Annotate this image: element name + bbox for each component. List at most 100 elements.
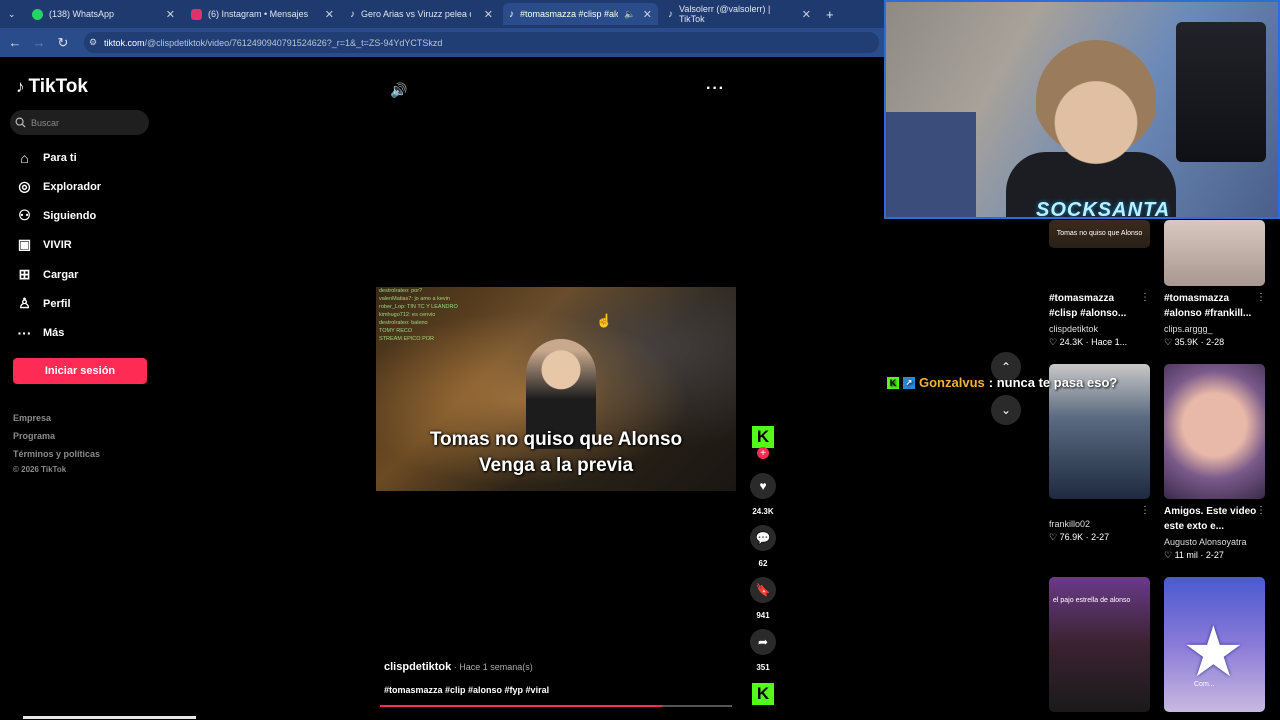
cursor-hand-icon: ☝ [596, 313, 613, 328]
sidebar-item-perfil[interactable]: ♙ Perfil [16, 295, 71, 312]
tab-list-button[interactable]: ⌄ [2, 3, 22, 25]
save-button[interactable]: 🔖 [750, 577, 776, 603]
close-icon[interactable]: ✕ [643, 8, 652, 21]
progress-fill [380, 705, 662, 707]
footer-link-terminos[interactable]: Términos y políticas [13, 449, 100, 459]
sidebar-item-siguiendo[interactable]: ⚇ Siguiendo [16, 207, 96, 224]
tiktok-icon: ♪ [668, 8, 673, 20]
star-logo-icon: ★ [1182, 613, 1245, 691]
kebab-menu-icon[interactable]: ⋮ [1256, 505, 1266, 516]
new-tab-button[interactable]: + [820, 3, 840, 25]
like-count: 24.3K [752, 507, 774, 516]
save-count: 941 [756, 611, 770, 620]
heart-outline-icon: ♡ [1049, 337, 1060, 347]
close-icon[interactable]: ✕ [484, 8, 493, 21]
webcam-overlay: SOCKSANTA [884, 0, 1280, 219]
post-time: · Hace 1 semana(s) [451, 662, 533, 672]
video-player[interactable]: destrolrateo: por? valenMatias7: jo amo … [376, 287, 736, 491]
streamer-face [1036, 40, 1156, 190]
comment-icon: 💬 [755, 531, 771, 545]
comment-button[interactable]: 💬 [750, 525, 776, 551]
back-arrow-icon[interactable]: ← [3, 35, 27, 50]
sidebar-item-para-ti[interactable]: ⌂ Para ti [16, 149, 77, 166]
kick-badge-icon: K [887, 376, 899, 389]
close-icon[interactable]: ✕ [166, 8, 175, 21]
chat-line: destrolrateo: por? [379, 288, 423, 294]
feed-thumbnail[interactable] [1164, 364, 1265, 499]
author-name[interactable]: clispdetiktok [384, 661, 451, 673]
feed-stats: ♡ 76.9K · 2-27 [1049, 532, 1109, 543]
more-options-icon[interactable]: ··· [706, 80, 725, 98]
feed-author[interactable]: Augusto Alonsoyatra [1164, 537, 1247, 547]
post-hashtags[interactable]: #tomasmazza #clip #alonso #fyp #viral [384, 685, 549, 695]
kebab-menu-icon[interactable]: ⋮ [1140, 505, 1150, 516]
url-path: /@clispdetiktok/video/761249094079152462… [144, 37, 443, 48]
comment-count: 62 [758, 559, 768, 568]
feed-thumbnail[interactable]: el pajo estrella de alonso [1049, 577, 1150, 712]
tab-tomasmazza-active[interactable]: ♪ #tomasmazza #clisp #alonso 🔈 ✕ [503, 3, 658, 25]
close-icon[interactable]: ✕ [325, 8, 334, 21]
kebab-menu-icon[interactable]: ⋮ [1140, 292, 1150, 303]
feed-title[interactable]: #tomasmazza #alonso #frankill... [1164, 291, 1259, 321]
share-button[interactable]: ➦ [750, 629, 776, 655]
profile-icon: ♙ [18, 295, 31, 311]
chat-line: kimhugo712: es cenvio [379, 312, 436, 318]
search-placeholder: Buscar [31, 117, 60, 128]
chat-line: STREAM EPICO POR [379, 336, 435, 342]
sidebar-item-label: VIVIR [43, 238, 72, 251]
feed-title[interactable]: #tomasmazza #clisp #alonso... [1049, 291, 1144, 321]
live-tv-icon: ▣ [17, 236, 32, 252]
tab-label: (138) WhatsApp [49, 9, 115, 19]
feed-thumbnail[interactable]: ★ Com... [1164, 577, 1265, 712]
site-info-icon[interactable]: ⚙ [89, 37, 97, 48]
post-author[interactable]: clispdetiktok · Hace 1 semana(s) [384, 661, 533, 673]
chat-line: TOMY RECO [379, 328, 413, 334]
search-input[interactable]: Buscar [10, 110, 149, 135]
following-icon: ⚇ [18, 207, 31, 223]
feed-stats: ♡ 35.9K · 2-28 [1164, 337, 1224, 348]
follow-plus-icon[interactable]: + [757, 447, 769, 459]
like-button[interactable]: ♥ [750, 473, 776, 499]
video-progress-bar[interactable] [380, 705, 732, 707]
url-bar[interactable]: ⚙ tiktok.com/@clispdetiktok/video/761249… [84, 32, 879, 53]
forward-arrow-icon[interactable]: → [27, 35, 51, 50]
footer-link-programa[interactable]: Programa [13, 431, 55, 441]
tiktok-logo[interactable]: ♪ TikTok [16, 76, 88, 98]
sidebar-item-mas[interactable]: ··· Más [16, 324, 65, 341]
scroll-indicator [23, 716, 196, 719]
sidebar-item-label: Perfil [43, 297, 71, 310]
speaker-icon[interactable]: 🔈 [624, 9, 635, 20]
tab-valsolerr[interactable]: ♪ Valsolerr (@valsolerr) | TikTok ✕ [662, 3, 817, 25]
sidebar-item-vivir[interactable]: ▣ VIVIR [16, 236, 72, 253]
browser-tab-bar: ⌄ (138) WhatsApp ✕ (6) Instagram • Mensa… [0, 0, 884, 28]
feed-author[interactable]: clispdetiktok [1049, 324, 1098, 334]
creator-avatar[interactable]: K [752, 426, 774, 448]
tab-whatsapp[interactable]: (138) WhatsApp ✕ [26, 3, 181, 25]
feed-thumbnail[interactable] [1164, 220, 1265, 286]
kebab-menu-icon[interactable]: ⋮ [1256, 292, 1266, 303]
tab-label: #tomasmazza #clisp #alonso [520, 9, 618, 19]
logo-text: TikTok [28, 76, 88, 97]
feed-stats: ♡ 11 mil · 2-27 [1164, 550, 1224, 561]
heart-outline-icon: ♡ [1049, 532, 1060, 542]
feed-author[interactable]: clips.arggg_ [1164, 324, 1213, 334]
sidebar-item-cargar[interactable]: ⊞ Cargar [16, 266, 79, 283]
chat-line: destrolrateo: baleno [379, 320, 428, 326]
volume-icon[interactable]: 🔊 [390, 82, 407, 99]
tab-instagram[interactable]: (6) Instagram • Mensajes ✕ [185, 3, 340, 25]
sidebar-item-explorador[interactable]: ◎ Explorador [16, 178, 101, 195]
sidebar-item-label: Para ti [43, 151, 77, 164]
address-toolbar: ← → ↻ ⚙ tiktok.com/@clispdetiktok/video/… [0, 28, 884, 57]
login-button[interactable]: Iniciar sesión [13, 358, 147, 384]
thumbnail-caption: el pajo estrella de alonso [1053, 597, 1131, 604]
footer-link-empresa[interactable]: Empresa [13, 413, 51, 423]
heart-outline-icon: ♡ [1164, 550, 1175, 560]
feed-title[interactable]: Amigos. Este video este exto e... [1164, 504, 1259, 534]
tab-gero-arias[interactable]: ♪ Gero Arias vs Viruzz pelea de la ✕ [344, 3, 499, 25]
close-icon[interactable]: ✕ [802, 8, 811, 21]
next-video-button[interactable]: ⌄ [991, 395, 1021, 425]
reload-icon[interactable]: ↻ [51, 35, 75, 51]
feed-author[interactable]: frankillo02 [1049, 519, 1090, 529]
tab-label: Valsolerr (@valsolerr) | TikTok [679, 4, 771, 24]
feed-thumbnail[interactable]: Tomas no quiso que Alonso [1049, 220, 1150, 248]
